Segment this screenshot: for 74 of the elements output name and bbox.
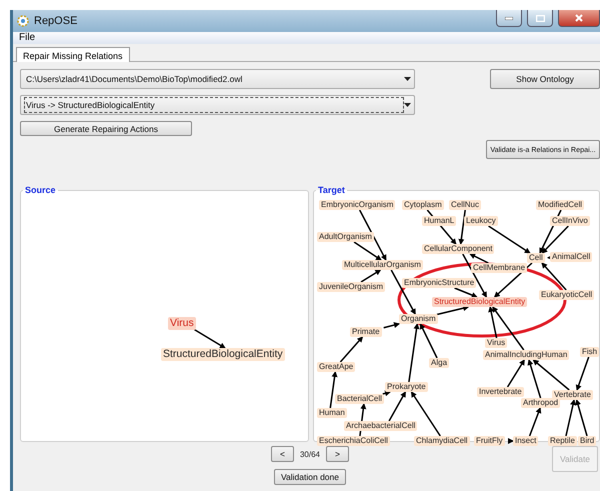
graph-node[interactable]: HumanL — [422, 216, 456, 226]
arrow — [458, 210, 466, 245]
graph-node[interactable]: Fish — [580, 347, 600, 357]
graph-node[interactable]: CellInVivo — [550, 216, 590, 226]
relation-dropdown[interactable]: Virus -> StructuredBiologicalEntity — [20, 95, 415, 115]
arrow — [330, 371, 338, 408]
graph-node[interactable]: Virus — [485, 338, 508, 348]
app-icon — [17, 15, 29, 27]
dropdown-arrow-icon — [404, 77, 411, 81]
arrow — [506, 359, 525, 388]
graph-node[interactable]: ChlamydiaCell — [414, 436, 470, 446]
graph-node[interactable]: Bird — [578, 436, 596, 446]
graph-node[interactable]: Alga — [429, 358, 450, 368]
arrow — [360, 269, 382, 283]
menu-item[interactable]: File — [16, 32, 38, 44]
graph-node[interactable]: Vertebrate — [552, 390, 593, 400]
graph-node[interactable]: Prokaryote — [385, 382, 428, 392]
validation-done-button[interactable]: Validation done — [274, 469, 346, 485]
graph-node[interactable]: Cytoplasm — [402, 200, 444, 210]
graph-node[interactable]: EscherichiaColiCell — [317, 436, 390, 446]
graph-node[interactable]: StructuredBiologicalEntity — [161, 348, 285, 360]
graph-node[interactable]: JuvenileOrganism — [317, 282, 386, 292]
show-ontology-button[interactable]: Show Ontology — [490, 69, 600, 89]
graph-node[interactable]: Virus — [168, 317, 196, 330]
generate-button[interactable]: Generate Repairing Actions — [20, 121, 192, 136]
arrow — [528, 407, 542, 436]
ontology-dropdown[interactable]: C:\Users\zladr41\Documents\Demo\BioTop\modified2.owl — [20, 69, 415, 89]
graph-node[interactable]: StructuredBiologicalEntity — [432, 297, 528, 307]
tab[interactable]: Repair Missing Relations — [16, 47, 130, 62]
graph-node[interactable]: Primate — [350, 327, 382, 337]
graph-node[interactable]: EmbryonicOrganism — [319, 200, 396, 210]
graph-node[interactable]: Invertebrate — [477, 387, 524, 397]
arrow — [565, 399, 576, 436]
arrow — [575, 399, 588, 436]
arrow — [436, 305, 470, 316]
arrow — [576, 356, 590, 391]
arrow — [194, 328, 226, 349]
graph-node[interactable]: Human — [317, 408, 347, 418]
graph-node[interactable]: Leukocy — [464, 216, 498, 226]
close-button[interactable] — [558, 10, 600, 27]
close-icon — [575, 14, 583, 22]
next-button[interactable]: > — [326, 446, 350, 462]
graph-node[interactable]: CellularComponent — [422, 244, 494, 254]
graph-node[interactable]: Cell — [527, 253, 545, 263]
graph-node[interactable]: Arthropod — [521, 398, 560, 408]
minimize-button[interactable] — [496, 10, 522, 27]
arrow — [384, 322, 400, 328]
window-title: RepOSE — [34, 15, 78, 27]
previous-button[interactable]: < — [270, 446, 294, 462]
maximize-button[interactable] — [527, 10, 553, 27]
graph-node[interactable]: CellNuc — [449, 200, 482, 210]
graph-node[interactable]: EukaryoticCell — [539, 290, 594, 300]
minimize-icon — [505, 16, 513, 20]
maximize-icon — [536, 14, 544, 22]
panel-title: Target — [317, 185, 346, 195]
graph-node[interactable]: BacterialCell — [335, 394, 384, 404]
graph-node[interactable]: AnimalIncludingHuman — [483, 350, 570, 360]
page-counter: 30/64 — [300, 450, 320, 458]
arrow — [340, 336, 364, 362]
panel-title: Source — [24, 185, 57, 195]
graph-node[interactable]: AnimalCell — [550, 252, 592, 262]
graph-node[interactable]: Reptile — [548, 436, 577, 446]
graph-node[interactable]: ModifiedCell — [536, 200, 584, 210]
graph-node[interactable]: GreatApe — [317, 362, 356, 372]
dropdown-arrow-icon — [404, 103, 411, 107]
graph-node[interactable]: Insect — [513, 436, 538, 446]
graph-node[interactable]: ArchaebacterialCell — [344, 421, 418, 431]
graph-node[interactable]: FruitFly — [474, 436, 505, 446]
arrow — [508, 438, 514, 444]
graph-node[interactable]: CellMembrane — [471, 263, 528, 273]
graph-node[interactable]: Organism — [399, 314, 438, 324]
graph-node[interactable]: MulticellularOrganism — [342, 260, 423, 270]
graph-node[interactable]: AdultOrganism — [317, 232, 374, 242]
graph-node[interactable]: EmbryonicStructure — [402, 278, 476, 288]
